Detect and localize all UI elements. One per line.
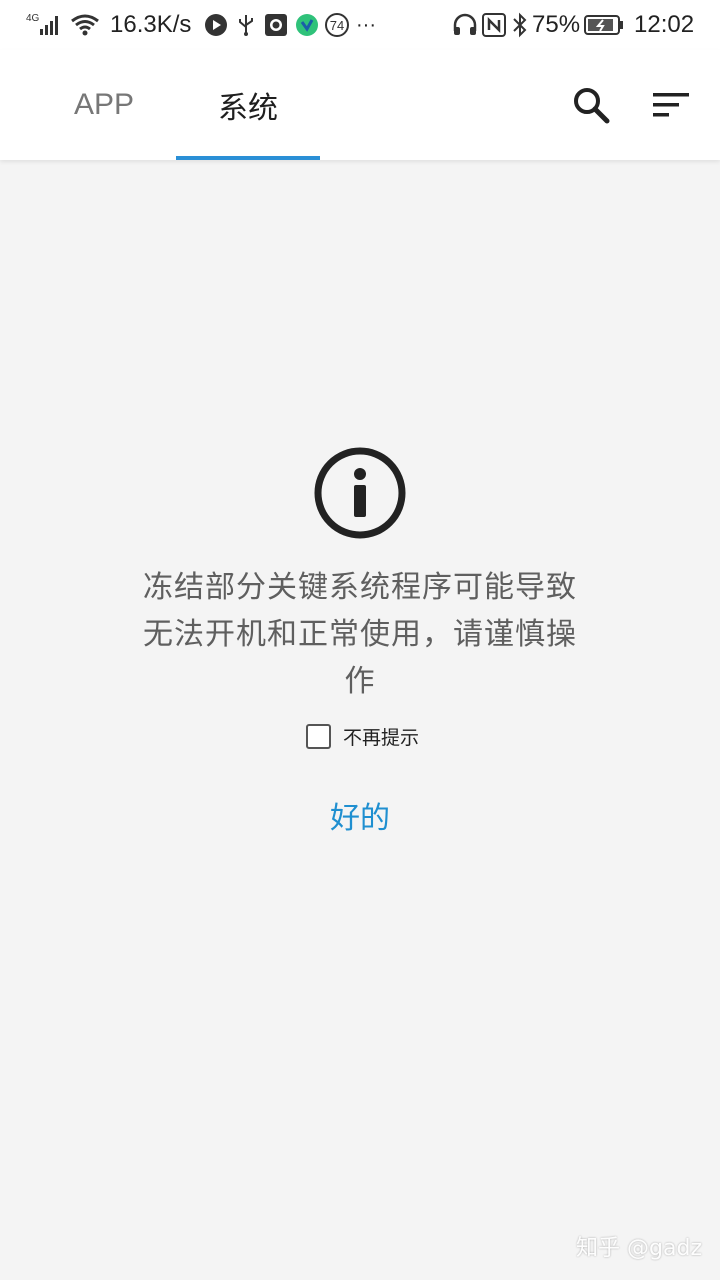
notification-count-badge: 74 (324, 0, 350, 50)
app-bar: APP 系统 (0, 50, 720, 160)
play-icon (204, 0, 228, 50)
status-bar: 4G 16.3K/s 74 ··· 75% 12:02 (0, 0, 720, 50)
nfc-icon (482, 0, 506, 50)
dont-show-again-checkbox[interactable] (306, 723, 331, 749)
active-tab-indicator (176, 156, 320, 160)
info-icon (313, 446, 407, 540)
net-speed: 16.3K/s (110, 11, 192, 38)
battery-percent: 75% (532, 11, 581, 38)
headphones-icon (452, 0, 478, 50)
wifi-icon (70, 0, 100, 50)
sort-icon[interactable] (648, 82, 694, 128)
ok-button[interactable]: 好的 (300, 790, 420, 840)
clock: 12:02 (634, 11, 695, 38)
more-indicator: ··· (356, 13, 376, 36)
dont-show-again-option[interactable]: 不再提示 (306, 721, 419, 751)
battery-icon (584, 0, 624, 50)
app-icon (295, 0, 319, 50)
search-icon[interactable] (568, 82, 614, 128)
tab-app[interactable]: APP (34, 50, 174, 160)
bluetooth-icon (512, 0, 528, 50)
record-icon (264, 0, 288, 50)
network-type-label: 4G (26, 13, 40, 24)
notification-count: 74 (329, 17, 345, 33)
dont-show-again-label: 不再提示 (343, 726, 420, 749)
usb-icon (236, 0, 256, 50)
warning-message: 冻结部分关键系统程序可能导致无法开机和正常使用，请谨慎操作 (143, 570, 577, 699)
watermark: 知乎 @gadz (576, 1236, 702, 1261)
tab-system[interactable]: 系统 (176, 50, 320, 160)
signal-icon: 4G (26, 0, 66, 50)
